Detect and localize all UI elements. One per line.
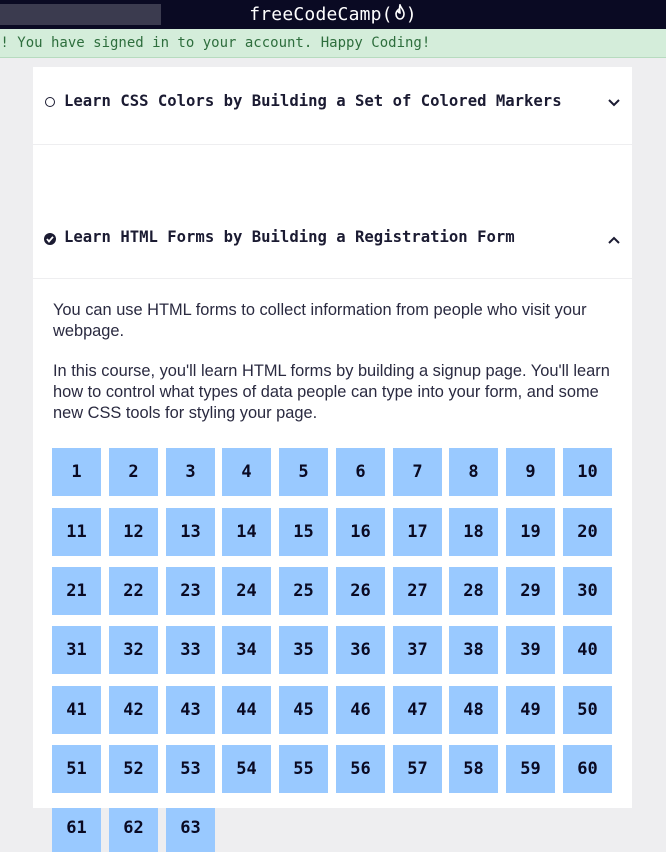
step-button[interactable]: 58 bbox=[449, 745, 498, 793]
step-button[interactable]: 2 bbox=[109, 448, 158, 496]
step-button[interactable]: 4 bbox=[222, 448, 271, 496]
site-logo[interactable]: freeCodeCamp() bbox=[0, 0, 666, 29]
step-button[interactable]: 63 bbox=[166, 804, 215, 852]
step-button[interactable]: 40 bbox=[563, 626, 612, 674]
step-button[interactable]: 43 bbox=[166, 686, 215, 734]
step-button[interactable]: 34 bbox=[222, 626, 271, 674]
flash-message: s! You have signed in to your account. H… bbox=[0, 29, 666, 58]
block-html-forms: Learn HTML Forms by Building a Registrat… bbox=[33, 145, 632, 852]
block-title: Learn HTML Forms by Building a Registrat… bbox=[64, 228, 515, 246]
logo-close: ) bbox=[405, 4, 417, 25]
step-button[interactable]: 11 bbox=[52, 508, 101, 556]
step-button[interactable]: 57 bbox=[393, 745, 442, 793]
step-button[interactable]: 60 bbox=[563, 745, 612, 793]
step-button[interactable]: 37 bbox=[393, 626, 442, 674]
incomplete-circle-icon bbox=[45, 97, 55, 107]
step-button[interactable]: 14 bbox=[222, 508, 271, 556]
step-button[interactable]: 30 bbox=[563, 567, 612, 615]
step-button[interactable]: 32 bbox=[109, 626, 158, 674]
step-button[interactable]: 31 bbox=[52, 626, 101, 674]
step-button[interactable]: 53 bbox=[166, 745, 215, 793]
step-button[interactable]: 19 bbox=[506, 508, 555, 556]
step-button[interactable]: 13 bbox=[166, 508, 215, 556]
step-button[interactable]: 3 bbox=[166, 448, 215, 496]
step-button[interactable]: 62 bbox=[109, 804, 158, 852]
step-button[interactable]: 48 bbox=[449, 686, 498, 734]
step-button[interactable]: 21 bbox=[52, 567, 101, 615]
logo-text: freeCodeCamp( bbox=[249, 4, 393, 25]
step-button[interactable]: 54 bbox=[222, 745, 271, 793]
step-button[interactable]: 8 bbox=[449, 448, 498, 496]
step-button[interactable]: 36 bbox=[336, 626, 385, 674]
step-button[interactable]: 18 bbox=[449, 508, 498, 556]
step-button[interactable]: 25 bbox=[279, 567, 328, 615]
step-button[interactable]: 5 bbox=[279, 448, 328, 496]
step-button[interactable]: 17 bbox=[393, 508, 442, 556]
curriculum-column: Learn CSS Colors by Building a Set of Co… bbox=[33, 58, 632, 852]
step-button[interactable]: 22 bbox=[109, 567, 158, 615]
block-description-2: In this course, you'll learn HTML forms … bbox=[53, 362, 610, 422]
step-button[interactable]: 47 bbox=[393, 686, 442, 734]
step-button[interactable]: 51 bbox=[52, 745, 101, 793]
step-button[interactable]: 28 bbox=[449, 567, 498, 615]
step-button[interactable]: 35 bbox=[279, 626, 328, 674]
step-button[interactable]: 44 bbox=[222, 686, 271, 734]
flash-message-text: s! You have signed in to your account. H… bbox=[0, 35, 431, 51]
step-button[interactable]: 15 bbox=[279, 508, 328, 556]
step-button[interactable]: 46 bbox=[336, 686, 385, 734]
block-css-colors: Learn CSS Colors by Building a Set of Co… bbox=[33, 67, 632, 144]
chevron-up-icon bbox=[608, 236, 620, 244]
block-divider bbox=[33, 278, 632, 279]
step-button[interactable]: 16 bbox=[336, 508, 385, 556]
step-button[interactable]: 49 bbox=[506, 686, 555, 734]
step-button[interactable]: 27 bbox=[393, 567, 442, 615]
step-button[interactable]: 20 bbox=[563, 508, 612, 556]
step-button[interactable]: 50 bbox=[563, 686, 612, 734]
step-button[interactable]: 56 bbox=[336, 745, 385, 793]
step-button[interactable]: 26 bbox=[336, 567, 385, 615]
step-button[interactable]: 24 bbox=[222, 567, 271, 615]
top-navbar: freeCodeCamp() bbox=[0, 0, 666, 29]
step-button[interactable]: 55 bbox=[279, 745, 328, 793]
step-button[interactable]: 39 bbox=[506, 626, 555, 674]
step-button[interactable]: 23 bbox=[166, 567, 215, 615]
step-button[interactable]: 41 bbox=[52, 686, 101, 734]
step-button[interactable]: 61 bbox=[52, 804, 101, 852]
block-description-1: You can use HTML forms to collect inform… bbox=[53, 301, 587, 340]
step-button[interactable]: 10 bbox=[563, 448, 612, 496]
step-button[interactable]: 38 bbox=[449, 626, 498, 674]
block-title: Learn CSS Colors by Building a Set of Co… bbox=[64, 92, 562, 110]
step-button[interactable]: 59 bbox=[506, 745, 555, 793]
step-button[interactable]: 7 bbox=[393, 448, 442, 496]
step-button[interactable]: 1 bbox=[52, 448, 101, 496]
step-button[interactable]: 52 bbox=[109, 745, 158, 793]
chevron-down-icon bbox=[608, 99, 620, 107]
step-button[interactable]: 33 bbox=[166, 626, 215, 674]
flame-icon bbox=[394, 2, 406, 25]
block-header-css-colors[interactable]: Learn CSS Colors by Building a Set of Co… bbox=[33, 67, 632, 143]
step-button[interactable]: 9 bbox=[506, 448, 555, 496]
block-header-html-forms[interactable]: Learn HTML Forms by Building a Registrat… bbox=[33, 145, 632, 246]
step-button[interactable]: 12 bbox=[109, 508, 158, 556]
step-button[interactable]: 45 bbox=[279, 686, 328, 734]
next-block-edge bbox=[33, 801, 632, 808]
step-button[interactable]: 6 bbox=[336, 448, 385, 496]
step-button[interactable]: 29 bbox=[506, 567, 555, 615]
completed-check-icon bbox=[44, 233, 56, 245]
step-button[interactable]: 42 bbox=[109, 686, 158, 734]
